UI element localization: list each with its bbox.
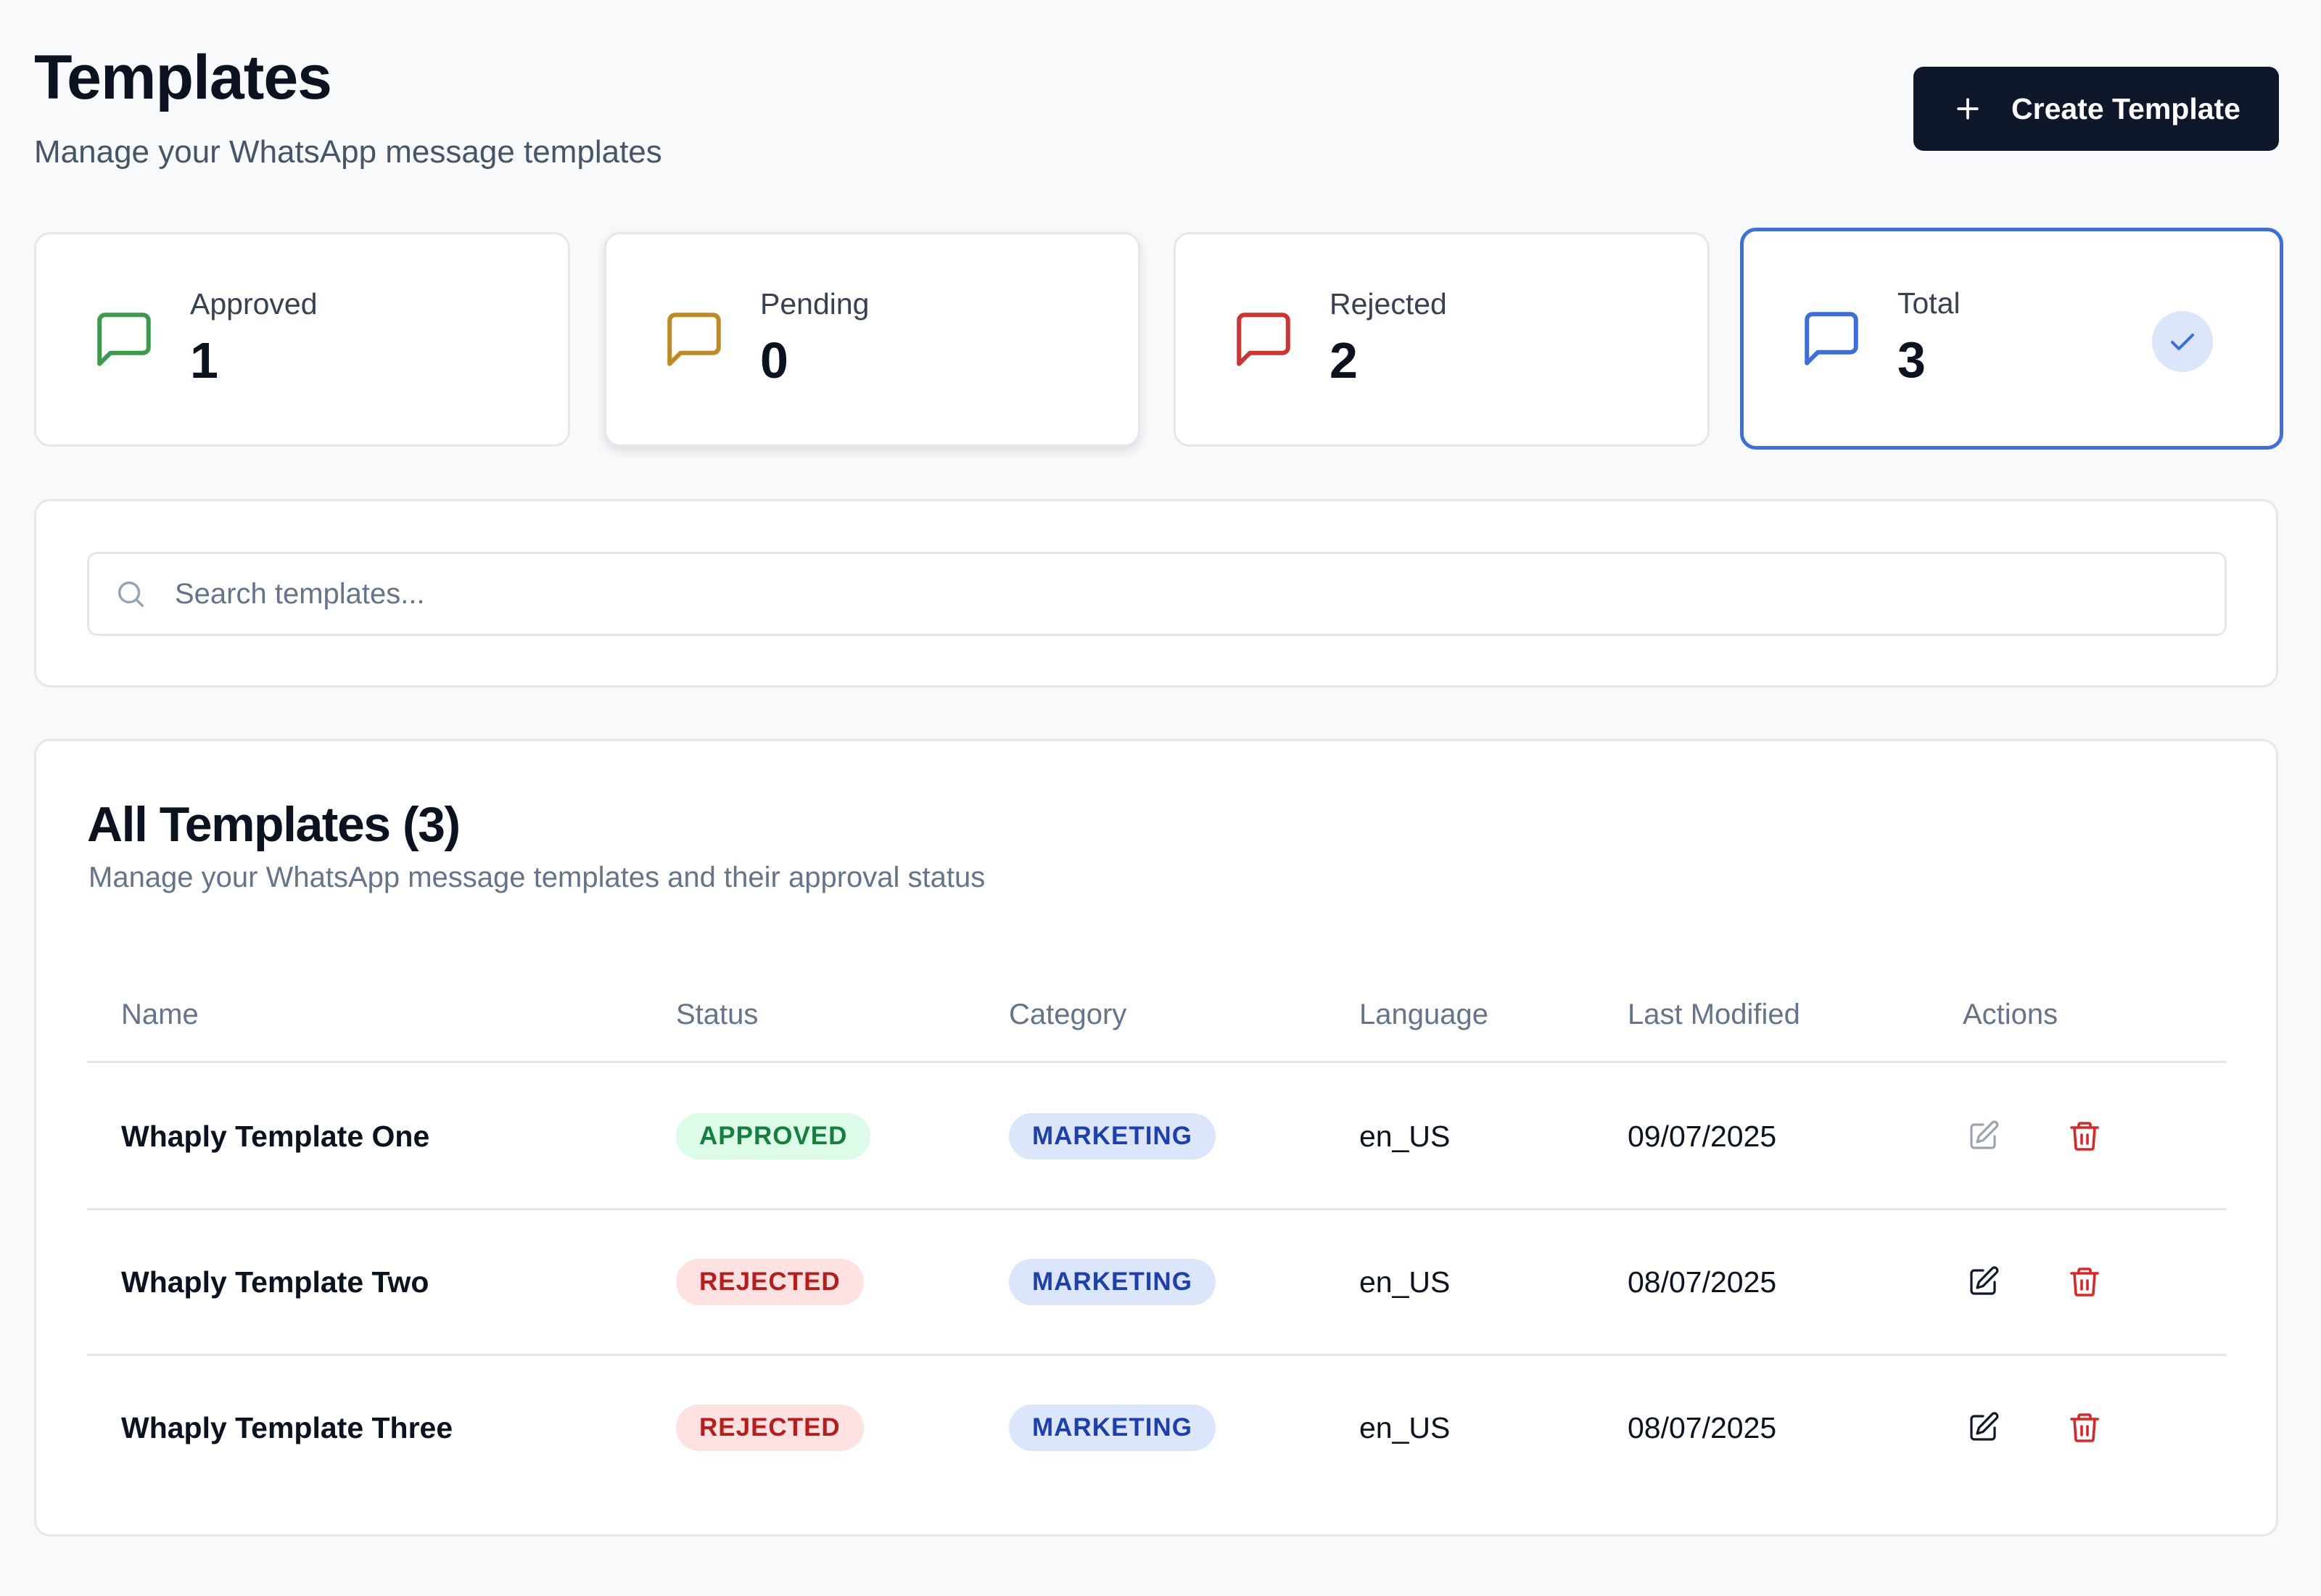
language: en_US bbox=[1359, 1119, 1451, 1153]
row-actions bbox=[1963, 1064, 2105, 1208]
stat-label: Pending bbox=[760, 287, 870, 321]
check-icon bbox=[2171, 334, 2194, 350]
language: en_US bbox=[1359, 1410, 1451, 1444]
stats-row: Approved 1 Pending 0 Rejected 2 Total 3 bbox=[34, 228, 2283, 450]
message-square-icon bbox=[1237, 313, 1290, 366]
template-name: Whaply Template Two bbox=[121, 1265, 429, 1299]
trash-icon bbox=[2070, 1413, 2099, 1442]
column-header-actions: Actions bbox=[1963, 998, 2058, 1030]
edit-icon bbox=[1970, 1266, 1999, 1295]
trash-icon bbox=[2070, 1122, 2099, 1151]
edit-button[interactable] bbox=[1963, 1262, 2003, 1302]
page-header: Templates Manage your WhatsApp message t… bbox=[34, 38, 2279, 197]
last-modified: 09/07/2025 bbox=[1628, 1119, 1777, 1153]
last-modified: 08/07/2025 bbox=[1628, 1265, 1777, 1299]
stat-label: Rejected bbox=[1329, 287, 1447, 321]
table-row: Whaply Template Two REJECTED MARKETING e… bbox=[87, 1210, 2227, 1356]
last-modified: 08/07/2025 bbox=[1628, 1410, 1777, 1444]
table-row: Whaply Template Three REJECTED MARKETING… bbox=[87, 1356, 2227, 1502]
edit-button[interactable] bbox=[1963, 1407, 2003, 1448]
message-square-icon bbox=[97, 313, 151, 366]
edit-button[interactable] bbox=[1963, 1116, 2003, 1157]
stat-value: 0 bbox=[760, 332, 788, 389]
column-header-category: Category bbox=[1009, 998, 1127, 1030]
edit-icon bbox=[1970, 1120, 1999, 1149]
row-actions bbox=[1963, 1210, 2105, 1354]
category-badge: MARKETING bbox=[1009, 1405, 1216, 1451]
status-badge: REJECTED bbox=[676, 1259, 864, 1305]
template-name: Whaply Template One bbox=[121, 1119, 430, 1153]
stat-value: 3 bbox=[1897, 331, 1926, 388]
stat-card-pending[interactable]: Pending 0 bbox=[604, 232, 1140, 447]
stat-value: 2 bbox=[1329, 332, 1358, 389]
stat-label: Approved bbox=[190, 287, 318, 321]
stat-card-rejected[interactable]: Rejected 2 bbox=[1174, 232, 1710, 447]
search-card bbox=[34, 499, 2278, 687]
stat-label: Total bbox=[1897, 286, 1961, 320]
message-square-icon bbox=[1805, 312, 1858, 365]
table-row: Whaply Template One APPROVED MARKETING e… bbox=[87, 1064, 2227, 1210]
edit-icon bbox=[1970, 1412, 1999, 1441]
language: en_US bbox=[1359, 1265, 1451, 1299]
create-template-button[interactable]: Create Template bbox=[1913, 67, 2279, 151]
search-input[interactable] bbox=[175, 577, 2225, 611]
column-header-name: Name bbox=[121, 998, 199, 1030]
table-header: Name Status Category Language Last Modif… bbox=[87, 959, 2227, 1063]
search-box[interactable] bbox=[87, 552, 2227, 636]
create-template-label: Create Template bbox=[2011, 91, 2240, 125]
status-badge: APPROVED bbox=[676, 1113, 871, 1159]
stat-card-approved[interactable]: Approved 1 bbox=[34, 232, 570, 447]
delete-button[interactable] bbox=[2064, 1262, 2105, 1302]
category-badge: MARKETING bbox=[1009, 1259, 1216, 1305]
delete-button[interactable] bbox=[2064, 1407, 2105, 1448]
table-subtitle: Manage your WhatsApp message templates a… bbox=[88, 861, 986, 893]
column-header-status: Status bbox=[676, 998, 759, 1030]
message-square-icon bbox=[667, 313, 721, 366]
search-icon bbox=[118, 581, 144, 608]
column-header-language: Language bbox=[1359, 998, 1488, 1030]
column-header-last-modified: Last Modified bbox=[1628, 998, 1800, 1030]
table-title: All Templates (3) bbox=[87, 797, 461, 852]
template-name: Whaply Template Three bbox=[121, 1410, 453, 1444]
status-badge: REJECTED bbox=[676, 1405, 864, 1451]
trash-icon bbox=[2070, 1268, 2099, 1297]
stat-card-total[interactable]: Total 3 bbox=[1740, 228, 2283, 450]
selected-check-badge bbox=[2152, 311, 2213, 372]
stat-value: 1 bbox=[190, 332, 218, 389]
templates-table-card: All Templates (3) Manage your WhatsApp m… bbox=[34, 739, 2278, 1537]
plus-icon bbox=[1957, 98, 1979, 120]
delete-button[interactable] bbox=[2064, 1116, 2105, 1157]
row-actions bbox=[1963, 1356, 2105, 1500]
category-badge: MARKETING bbox=[1009, 1113, 1216, 1159]
